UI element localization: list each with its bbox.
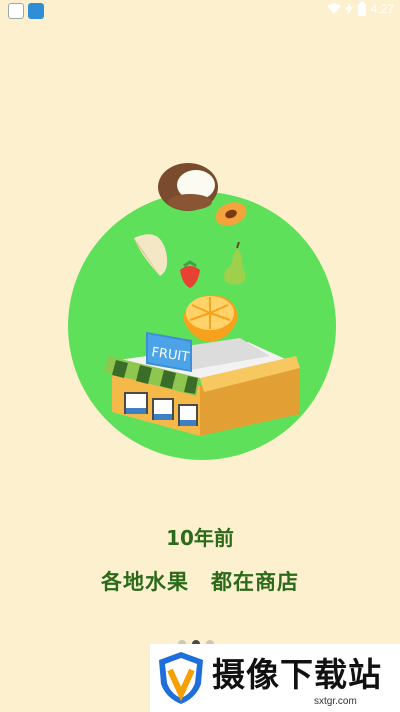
- watermark-url: sxtgr.com: [314, 696, 357, 707]
- shield-logo-icon: [159, 652, 203, 704]
- onboarding-subtitle: 各地水果 都在商店: [101, 570, 299, 594]
- watermark-banner: 摄像下载站 sxtgr.com: [150, 644, 400, 712]
- onboarding-headline: 10年前: [166, 526, 234, 550]
- coconut-icon: [158, 163, 218, 211]
- fruit-shop-illustration: FRUIT: [68, 163, 336, 460]
- watermark-title: 摄像下载站: [212, 655, 382, 694]
